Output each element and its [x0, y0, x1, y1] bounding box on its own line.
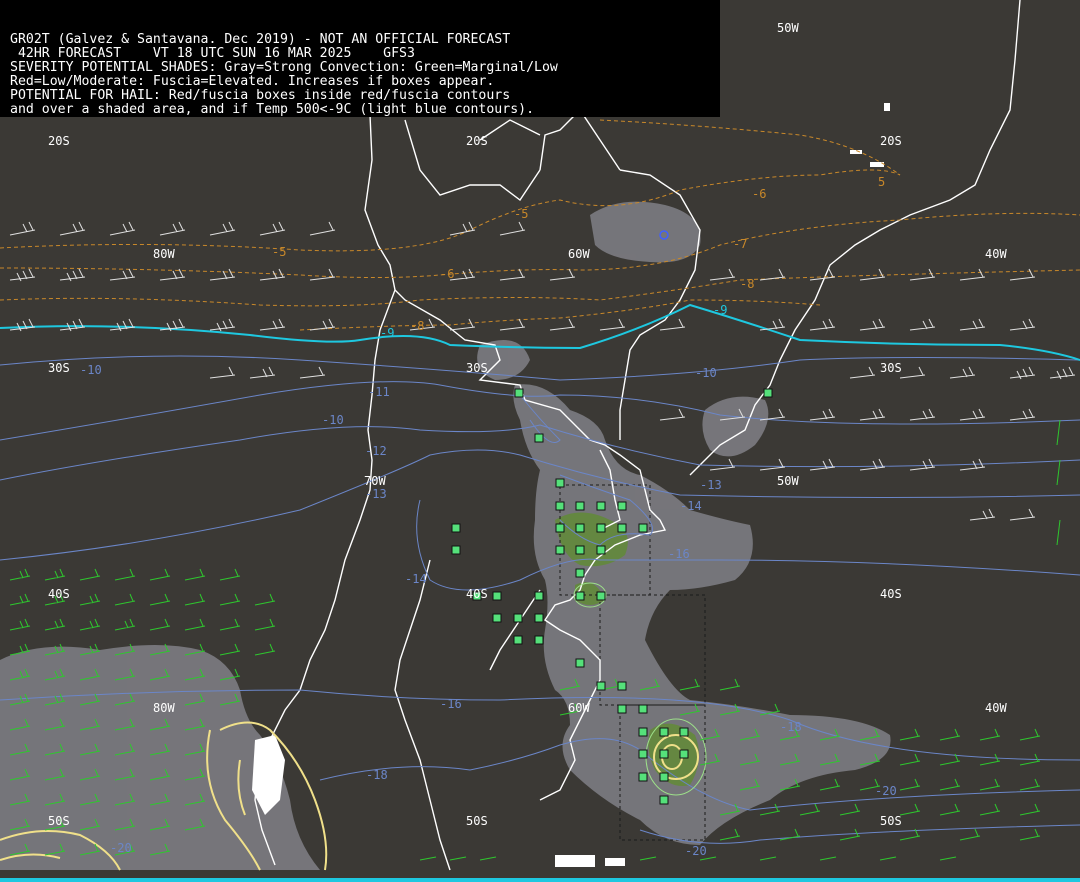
isotherm-label: -5	[514, 207, 528, 221]
lat-label-40s: 40S	[880, 587, 902, 601]
map-canvas: 20S 20S 20S 30S 30S 30S 40S 40S 40S 50S …	[0, 0, 1080, 882]
lon-label-70w: 70W	[364, 474, 386, 488]
lat-label-50s: 50S	[48, 814, 70, 828]
isotherm-label: -12	[365, 444, 387, 458]
gray-shading	[0, 201, 891, 870]
header-line-1: GR02T (Galvez & Santavana. Dec 2019) - N…	[10, 32, 511, 47]
isotherm-minus9	[0, 303, 1080, 361]
header-line-5: POTENTIAL FOR HAIL: Red/fuscia boxes ins…	[10, 88, 511, 103]
forecast-map: 20S 20S 20S 30S 30S 30S 40S 40S 40S 50S …	[0, 0, 1080, 882]
lat-label-50s: 50S	[466, 814, 488, 828]
header-panel: GR02T (Galvez & Santavana. Dec 2019) - N…	[0, 0, 720, 117]
header-line-3: SEVERITY POTENTIAL SHADES: Gray=Strong C…	[10, 60, 558, 75]
lat-label-20s: 20S	[880, 134, 902, 148]
isotherm-label: -14	[680, 499, 702, 513]
isotherm-label: -13	[365, 487, 387, 501]
isotherm-label: -20	[110, 841, 132, 855]
isotherm-label: -20	[875, 784, 897, 798]
yellow-label: 5	[878, 175, 885, 189]
isotherm-label: -11	[368, 385, 390, 399]
isotherm-label-minus9: -9	[380, 326, 394, 340]
lon-label-80w: 80W	[153, 247, 175, 261]
lon-label-50w: 50W	[777, 21, 799, 35]
isotherm-label: -6	[440, 267, 454, 281]
header-line-4: Red=Low/Moderate: Fuscia=Elevated. Incre…	[10, 74, 495, 89]
lon-label-80w: 80W	[153, 701, 175, 715]
isotherm-label: -10	[322, 413, 344, 427]
lat-label-50s: 50S	[880, 814, 902, 828]
header-line-2: 42HR FORECAST VT 18 UTC SUN 16 MAR 2025 …	[10, 46, 415, 61]
isotherm-label: -16	[668, 547, 690, 561]
isotherm-label: -8	[740, 277, 754, 291]
lat-label-20s: 20S	[466, 134, 488, 148]
lon-label-40w: 40W	[985, 701, 1007, 715]
isotherm-label: -7	[733, 237, 747, 251]
isotherm-label: -18	[366, 768, 388, 782]
isotherm-label: -10	[695, 366, 717, 380]
lon-label-60w: 60W	[568, 247, 590, 261]
lat-label-30s: 30S	[466, 361, 488, 375]
bottom-bar	[0, 878, 1080, 882]
isotherm-label: -20	[685, 844, 707, 858]
isotherms-orange	[0, 119, 1080, 331]
isotherm-label: -16	[440, 697, 462, 711]
lat-label-40s: 40S	[48, 587, 70, 601]
isotherm-label: -13	[700, 478, 722, 492]
lon-label-50w: 50W	[777, 474, 799, 488]
lat-label-30s: 30S	[48, 361, 70, 375]
lat-label-20s: 20S	[48, 134, 70, 148]
isotherm-label: -14	[405, 572, 427, 586]
isotherm-label: -5	[272, 245, 286, 259]
isotherm-label-minus9: -9	[713, 303, 727, 317]
lon-label-40w: 40W	[985, 247, 1007, 261]
isotherm-label: -6	[752, 187, 766, 201]
lat-label-40s: 40S	[466, 587, 488, 601]
header-line-6: and over a shaded area, and if Temp 500<…	[10, 102, 535, 117]
isotherm-label: -10	[80, 363, 102, 377]
isotherm-label: -8	[410, 319, 424, 333]
isotherm-label: -18	[780, 720, 802, 734]
lat-label-30s: 30S	[880, 361, 902, 375]
lon-label-60w: 60W	[568, 701, 590, 715]
